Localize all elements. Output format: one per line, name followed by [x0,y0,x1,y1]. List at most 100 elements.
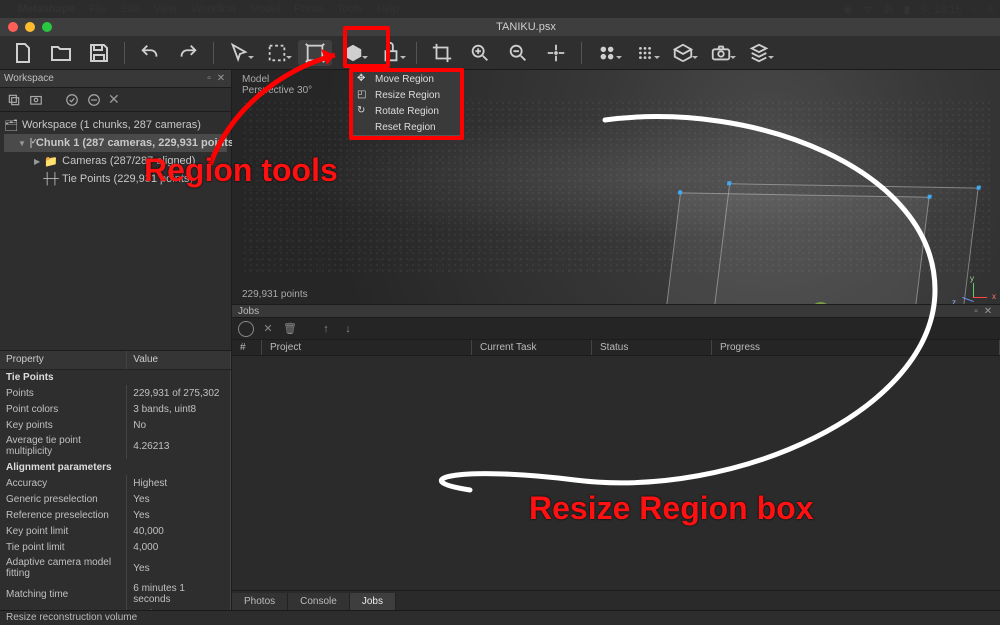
toolbar-separator [213,42,214,64]
menu-help[interactable]: Help [377,3,400,15]
jobs-list[interactable] [232,356,1000,590]
region-menu-label: Move Region [375,74,434,85]
jobs-col-status[interactable]: Status [592,340,712,355]
job-move-down-button[interactable]: ↓ [340,321,356,337]
zoom-out-button[interactable] [501,40,535,66]
chunk-item[interactable]: Chunk 1 (287 cameras, 229,931 points) [T… [36,137,255,149]
props-section: Tie Points [0,369,231,385]
model-viewport[interactable]: Model Perspective 30° [232,70,1000,304]
job-delete-button[interactable]: 🗑 [282,321,298,337]
panel-undock-icon[interactable]: ▫ [970,305,982,317]
menu-tools[interactable]: Tools [337,3,363,15]
reset-region-icon [357,121,369,133]
panel-undock-icon[interactable]: ▫ [203,73,215,85]
disable-chunk-icon[interactable] [86,92,102,108]
selection-tool-button[interactable] [260,40,294,66]
tiepoints-item[interactable]: Tie Points (229,931 points) [62,173,193,185]
enable-chunk-icon[interactable] [64,92,80,108]
props-key: Key points [0,417,127,433]
menu-model[interactable]: Model [250,3,280,15]
cameras-view-button[interactable] [704,40,738,66]
region-menu: ✥Move Region ◰Resize Region ↻Rotate Regi… [352,70,462,136]
new-project-button[interactable] [6,40,40,66]
jobs-col-project[interactable]: Project [262,340,472,355]
document-title: TANIKU.psx [52,21,1000,33]
props-value: Yes [127,555,231,581]
tab-jobs[interactable]: Jobs [350,593,396,610]
workspace-root[interactable]: Workspace (1 chunks, 287 cameras) [22,119,201,131]
region-bounding-box[interactable] [645,192,980,304]
open-project-button[interactable] [44,40,78,66]
tree-expand-icon[interactable]: ▼ [18,139,26,148]
add-chunk-icon[interactable] [6,92,22,108]
spotlight-icon[interactable]: ⌕ [971,3,977,16]
undo-button[interactable] [133,40,167,66]
tab-console[interactable]: Console [288,593,350,610]
region-menu-rotate[interactable]: ↻Rotate Region [353,103,461,119]
props-col-value[interactable]: Value [127,351,231,369]
jobs-col-progress[interactable]: Progress [712,340,1000,355]
region-menu-move[interactable]: ✥Move Region [353,71,461,87]
props-key: Points [0,385,127,401]
jobs-col-index[interactable]: # [232,340,262,355]
axis-gizmo[interactable]: x y z [958,282,988,304]
notification-center-icon[interactable]: ≡ [988,3,994,15]
ime-icon[interactable]: あ [883,1,894,17]
job-stop-button[interactable]: ✕ [260,321,276,337]
menubar-clock[interactable]: 火 18:15 [920,1,962,17]
region-menu-resize[interactable]: ◰Resize Region [353,87,461,103]
region-tool-button[interactable] [298,40,332,66]
region-menu-reset[interactable]: Reset Region [353,119,461,135]
region-corner-handle[interactable] [976,186,980,190]
viewport-tab-label: Model [242,74,312,85]
wifi-icon[interactable]: ᯤ [863,2,873,17]
panel-close-icon[interactable]: ✕ [982,305,994,317]
props-value: No [127,417,231,433]
region-corner-handle[interactable] [678,190,682,194]
tab-photos[interactable]: Photos [232,593,288,610]
transform-object-button[interactable] [336,40,370,66]
tree-expand-icon[interactable]: ▶ [34,157,40,166]
chunk-checkbox[interactable] [30,138,32,148]
menu-edit[interactable]: Edit [121,3,140,15]
cameras-item[interactable]: Cameras (287/287 aligned) [62,155,195,167]
props-key: Average tie point multiplicity [0,433,127,459]
crop-button[interactable] [425,40,459,66]
redo-button[interactable] [171,40,205,66]
add-photos-icon[interactable] [28,92,44,108]
props-key: Point colors [0,401,127,417]
app-menu[interactable]: Metashape [18,3,75,15]
props-col-property[interactable]: Property [0,351,127,369]
model-view-button[interactable] [666,40,700,66]
dense-cloud-view-button[interactable] [628,40,662,66]
job-start-button[interactable] [238,321,254,337]
viewport-projection-label: Perspective 30° [242,85,312,96]
show-items-button[interactable] [742,40,776,66]
minimize-window-icon[interactable] [25,22,35,32]
zoom-in-button[interactable] [463,40,497,66]
point-cloud-view-button[interactable] [590,40,624,66]
workspace-tree[interactable]: 🗂Workspace (1 chunks, 287 cameras) ▼Chun… [0,112,231,192]
battery-icon[interactable]: ▮ [904,3,910,16]
props-value: 6 minutes 1 seconds [127,581,231,607]
navigation-tool-button[interactable] [222,40,256,66]
menu-view[interactable]: View [154,3,178,15]
region-corner-handle[interactable] [727,181,731,185]
menu-photo[interactable]: Photo [294,3,323,15]
ruler-tool-button[interactable] [374,40,408,66]
zoom-window-icon[interactable] [42,22,52,32]
close-window-icon[interactable] [8,22,18,32]
job-move-up-button[interactable]: ↑ [318,321,334,337]
fit-view-button[interactable] [539,40,573,66]
menu-workflow[interactable]: Workflow [191,3,236,15]
remove-chunk-icon[interactable]: ✕ [108,91,120,108]
traffic-lights [8,22,52,32]
eye-status-icon[interactable]: ◉ [843,3,853,16]
region-corner-handle[interactable] [927,195,931,199]
save-project-button[interactable] [82,40,116,66]
jobs-col-task[interactable]: Current Task [472,340,592,355]
props-value: Yes [127,507,231,523]
axis-x-label: x [992,292,996,301]
menu-file[interactable]: File [89,3,107,15]
panel-close-icon[interactable]: ✕ [215,73,227,85]
